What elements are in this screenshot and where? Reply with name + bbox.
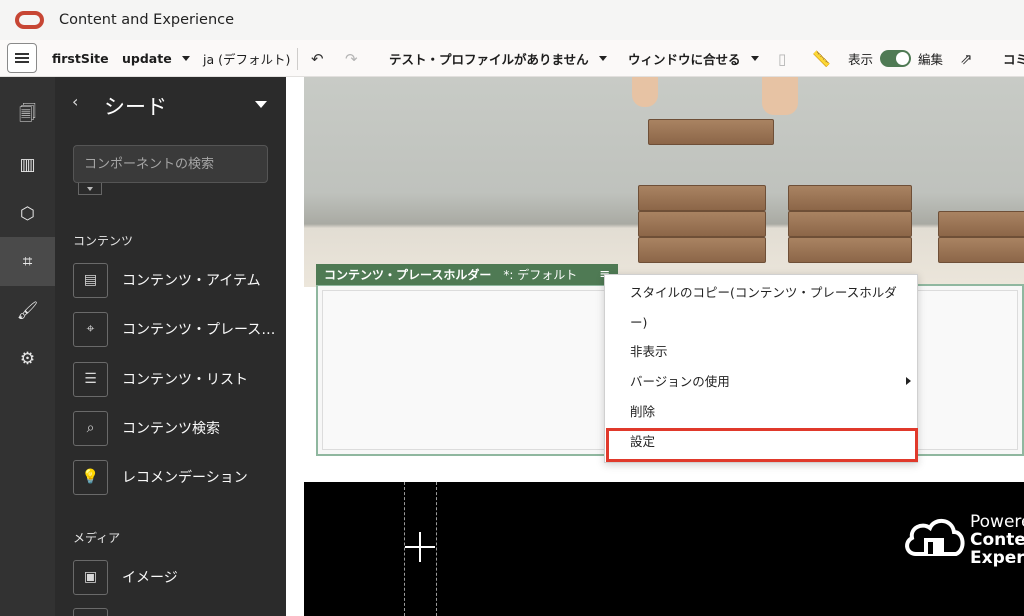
redo-icon[interactable]: ↷ (345, 40, 358, 77)
components-icon[interactable]: ⬡ (0, 189, 55, 238)
document-icon: ▤ (73, 262, 108, 298)
wood-block (788, 237, 912, 263)
chevron-down-icon (181, 56, 190, 61)
fit-window-dropdown[interactable]: ウィンドウに合せる (628, 40, 759, 77)
settings-highlight-box (606, 428, 918, 462)
language-selector[interactable]: ja (デフォルト) (203, 40, 290, 77)
menu-item-copy-style-cont[interactable]: ー) (605, 313, 917, 333)
app-title: Content and Experience (59, 12, 235, 28)
chevron-down-icon (598, 56, 607, 61)
brand-text-line2: Conter (970, 530, 1024, 550)
component-content-search[interactable]: ⌕ コンテンツ検索 (73, 410, 286, 446)
editor-toolbar: firstSite update ja (デフォルト) ↶ ↷ テスト・プロファ… (0, 40, 1024, 77)
site-name: firstSite (52, 51, 109, 66)
wood-block (648, 119, 774, 145)
menu-item-label: バージョンの使用 (630, 374, 730, 389)
component-content-item[interactable]: ▤ コンテンツ・アイテム (73, 262, 286, 298)
crop-icon[interactable]: ⌗ (0, 237, 55, 286)
update-dropdown[interactable]: update (122, 40, 190, 77)
component-image[interactable]: ▣ イメージ (73, 559, 286, 595)
update-label: update (122, 51, 172, 66)
wood-block (638, 185, 766, 211)
menu-item-copy-style[interactable]: スタイルのコピー(コンテンツ・プレースホルダ (605, 283, 917, 303)
hamburger-icon (15, 53, 29, 63)
toolbar-divider (297, 48, 298, 70)
placeholder-tab-title: コンテンツ・プレースホルダー (324, 268, 492, 282)
brand-text-line3: Experi (970, 548, 1024, 568)
component-search-input[interactable] (73, 145, 268, 183)
test-profile-dropdown[interactable]: テスト・プロファイルがありません (389, 40, 607, 77)
menu-item-delete[interactable]: 削除 (605, 402, 917, 422)
chevron-down-icon (87, 186, 93, 191)
hero-image (304, 77, 1024, 287)
oracle-cloud-icon (905, 519, 965, 556)
hand-finger (762, 77, 798, 115)
submenu-arrow-icon (906, 377, 911, 385)
wood-block (938, 237, 1024, 263)
components-panel: ‹ シード コンテンツ ▤ コンテンツ・アイテム ⌖ コンテンツ・プレースホルダ… (55, 77, 286, 616)
component-label: コンテンツ検索 (122, 421, 220, 437)
page-canvas: コンテンツ・プレースホルダー *: デフォルト ≡ スタイルのコピー(コンテンツ… (286, 77, 1024, 616)
brand-text-line1: Powere (970, 512, 1024, 532)
component-label: コンテンツ・プレースホルダー (122, 322, 280, 338)
placeholder-tab-suffix: *: デフォルト (503, 268, 578, 282)
undo-icon[interactable]: ↶ (311, 40, 324, 77)
document-list-icon: ☰ (73, 361, 108, 397)
component-label: コンテンツ・リスト (122, 372, 248, 388)
hand-finger (632, 77, 658, 107)
menu-item-hide[interactable]: 非表示 (605, 342, 917, 362)
layout-icon[interactable]: ▥ (0, 140, 55, 189)
wood-block (788, 211, 912, 237)
wood-block (638, 211, 766, 237)
edit-mode-toggle[interactable] (880, 50, 911, 67)
menu-button[interactable] (7, 43, 37, 73)
collapse-handle[interactable] (78, 183, 102, 195)
app-bar: Content and Experience (0, 0, 1024, 40)
panel-dropdown-icon[interactable] (255, 101, 267, 108)
component-label: レコメンデーション (122, 470, 248, 486)
component-label: コンテンツ・アイテム (122, 273, 261, 289)
back-icon[interactable]: ‹ (72, 92, 78, 111)
view-label: 表示 (848, 52, 874, 67)
ruler-icon[interactable]: 📏 (812, 40, 831, 77)
component-content-list[interactable]: ☰ コンテンツ・リスト (73, 361, 286, 397)
open-external-icon[interactable]: ⇗ (960, 40, 973, 77)
document-pin-icon: ⌖ (73, 311, 108, 347)
oracle-logo (15, 11, 44, 29)
wood-block (788, 185, 912, 211)
placeholder-tab[interactable]: コンテンツ・プレースホルダー *: デフォルト ≡ (316, 264, 619, 285)
component-next[interactable] (73, 607, 286, 616)
app-root: Content and Experience firstSite update … (0, 0, 1024, 616)
wood-block (638, 237, 766, 263)
section-label-media: メディア (73, 531, 121, 545)
theme-icon[interactable]: 🖌 (0, 286, 55, 335)
menu-item-use-version[interactable]: バージョンの使用 (605, 372, 917, 392)
slot-border (436, 482, 437, 616)
wood-block (938, 211, 1024, 237)
device-preview-icon[interactable]: ▯ (778, 40, 786, 77)
settings-icon[interactable]: ⚙ (0, 334, 55, 383)
section-label-content: コンテンツ (73, 234, 134, 248)
component-content-placeholder[interactable]: ⌖ コンテンツ・プレースホルダー (73, 311, 286, 347)
footer-band: Powere Conter Experi (304, 482, 1024, 616)
lightbulb-icon: 💡 (73, 459, 108, 495)
document-search-icon: ⌕ (73, 410, 108, 446)
test-profile-label: テスト・プロファイルがありません (389, 52, 589, 67)
fit-window-label: ウィンドウに合せる (628, 52, 741, 67)
image-icon: ▣ (73, 559, 108, 595)
component-icon (73, 607, 108, 616)
edit-label: 編集 (918, 52, 944, 67)
left-rail: 🗐 ▥ ⬡ ⌗ 🖌 ⚙ (0, 77, 55, 616)
pages-icon[interactable]: 🗐 (0, 91, 55, 140)
commit-button[interactable]: コミ (1003, 40, 1024, 77)
chevron-down-icon (750, 56, 759, 61)
component-label: イメージ (122, 570, 178, 586)
panel-title: シード (104, 95, 167, 119)
component-recommendation[interactable]: 💡 レコメンデーション (73, 459, 286, 495)
add-component-icon[interactable] (405, 532, 435, 562)
